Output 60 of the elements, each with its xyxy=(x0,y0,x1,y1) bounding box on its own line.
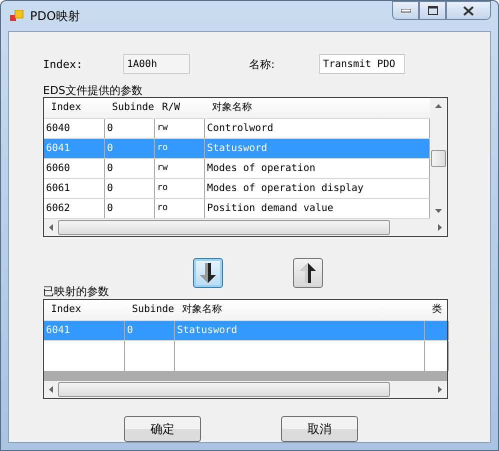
index-label: Index: xyxy=(43,58,84,70)
table-cell: 0 xyxy=(105,139,155,158)
section-label: 已映射的参数 xyxy=(43,285,110,298)
column-header[interactable]: 类 xyxy=(425,300,449,320)
table-cell: 6040 xyxy=(44,119,105,138)
scroll-left-icon[interactable] xyxy=(49,224,53,231)
table-cell: rw xyxy=(155,119,205,138)
column-header[interactable]: Index xyxy=(44,98,105,118)
minimize-icon xyxy=(400,8,410,12)
app-icon xyxy=(10,10,24,22)
table-cell: 6060 xyxy=(44,159,105,178)
down-arrow-icon xyxy=(199,262,217,284)
section-label: EDS文件提供的参数 xyxy=(43,84,144,97)
column-header[interactable]: Subinde xyxy=(105,98,155,118)
table-cell: 0 xyxy=(105,179,155,198)
scroll-thumb[interactable] xyxy=(58,382,390,397)
table-cell: 0 xyxy=(105,159,155,178)
table-cell: ro xyxy=(155,199,205,218)
cancel-button[interactable]: 取消 xyxy=(281,416,358,442)
table-cell: ro xyxy=(155,139,205,158)
scroll-down-icon[interactable] xyxy=(435,209,442,213)
table-cell: rw xyxy=(155,159,205,178)
scroll-right-icon[interactable] xyxy=(438,224,442,231)
scroll-thumb[interactable] xyxy=(58,220,390,235)
minimize-button[interactable] xyxy=(392,1,419,20)
column-header[interactable]: Subinde xyxy=(125,300,175,320)
table-cell: Statusword xyxy=(175,321,425,340)
column-header[interactable]: R/W xyxy=(155,98,205,118)
scroll-left-icon[interactable] xyxy=(49,386,53,393)
scroll-right-icon[interactable] xyxy=(438,386,442,393)
table-cell: ro xyxy=(155,179,205,198)
close-icon xyxy=(463,6,474,16)
up-arrow-icon xyxy=(299,262,317,284)
column-header[interactable]: 对象名称 xyxy=(205,98,430,118)
scroll-thumb[interactable] xyxy=(431,150,446,167)
vertical-scrollbar[interactable] xyxy=(430,98,447,219)
ok-button[interactable]: 确定 xyxy=(124,416,201,442)
maximize-icon xyxy=(428,6,438,15)
column-header[interactable]: 对象名称 xyxy=(175,300,425,320)
maximize-button[interactable] xyxy=(419,1,446,20)
table-cell: 6041 xyxy=(44,139,105,158)
table-cell: 6061 xyxy=(44,179,105,198)
table-cell: 0 xyxy=(105,199,155,218)
scroll-up-icon[interactable] xyxy=(435,104,442,108)
close-button[interactable] xyxy=(446,1,491,20)
move-up-button[interactable] xyxy=(293,258,323,288)
horizontal-scrollbar[interactable] xyxy=(44,381,447,398)
name-field[interactable]: Transmit PDO xyxy=(319,54,405,74)
table-cell: 6041 xyxy=(44,321,125,340)
table-cell: 6062 xyxy=(44,199,105,218)
move-down-button[interactable] xyxy=(193,258,223,288)
table-cell: 0 xyxy=(125,321,175,340)
horizontal-scrollbar[interactable] xyxy=(44,219,447,236)
name-label: 名称: xyxy=(249,56,276,72)
window-title: PDO映射 xyxy=(30,8,80,24)
index-field[interactable]: 1A00h xyxy=(123,54,190,74)
table-row[interactable]: 6061 0 ro Modes of operation display xyxy=(44,179,430,199)
table-cell: 0 xyxy=(105,119,155,138)
table-row[interactable]: 6060 0 rw Modes of operation xyxy=(44,159,430,179)
column-header[interactable]: Index xyxy=(44,300,125,320)
